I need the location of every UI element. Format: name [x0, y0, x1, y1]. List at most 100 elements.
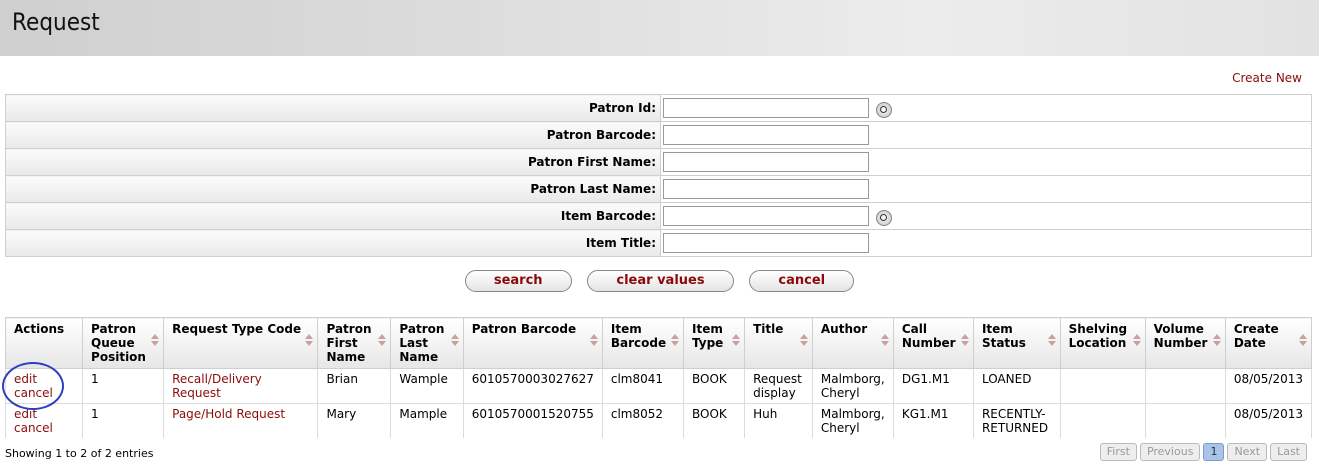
item-status-cell: LOANED	[972, 368, 1061, 404]
sort-icon[interactable]	[800, 334, 808, 346]
col-patron-barcode[interactable]: Patron Barcode	[462, 317, 603, 369]
col-volume-number[interactable]: Volume Number	[1144, 317, 1226, 369]
patron-last-name-input[interactable]	[663, 179, 869, 199]
patron-id-lookup-icon[interactable]	[876, 102, 892, 118]
first-name-cell: Brian	[317, 368, 392, 404]
shelving-cell	[1059, 368, 1146, 404]
sort-icon[interactable]	[590, 334, 598, 346]
col-label: Volume Number	[1153, 322, 1208, 350]
page-1-button[interactable]: 1	[1203, 443, 1225, 461]
call-number-cell: KG1.M1	[892, 403, 974, 438]
author-cell: Malmborg, Cheryl	[811, 403, 894, 438]
col-label: Title	[753, 322, 784, 336]
shelving-cell	[1059, 403, 1146, 438]
table-row: edit cancel 1 Page/Hold Request Mary Mamp…	[4, 403, 1313, 438]
col-label: Patron Last Name	[399, 322, 445, 364]
sort-icon[interactable]	[151, 334, 159, 346]
item-type-cell: BOOK	[682, 403, 746, 438]
item-type-cell: BOOK	[682, 368, 746, 404]
action-buttons: search clear values cancel	[0, 270, 1319, 292]
sort-icon[interactable]	[961, 334, 969, 346]
item-barcode-label: Item Barcode:	[5, 202, 661, 230]
patron-last-name-label: Patron Last Name:	[5, 175, 661, 203]
sort-icon[interactable]	[1133, 334, 1141, 346]
cancel-link[interactable]: cancel	[14, 421, 74, 435]
col-call-number[interactable]: Call Number	[892, 317, 974, 369]
item-barcode-cell: clm8041	[601, 368, 685, 404]
col-create-date[interactable]: Create Date	[1224, 317, 1313, 369]
patron-first-name-label: Patron First Name:	[5, 148, 661, 176]
edit-link[interactable]: edit	[14, 407, 74, 421]
col-label: Shelving Location	[1068, 322, 1128, 350]
col-label: Patron Queue Position	[91, 322, 146, 364]
table-row: edit cancel 1 Recall/Delivery Request Bri…	[4, 368, 1313, 404]
last-name-cell: Wample	[390, 368, 464, 404]
previous-page-button[interactable]: Previous	[1139, 443, 1201, 461]
patron-id-label: Patron Id:	[5, 94, 661, 122]
col-author[interactable]: Author	[811, 317, 894, 369]
col-label: Item Status	[981, 322, 1026, 350]
col-label: Patron First Name	[326, 322, 372, 364]
request-type-link[interactable]: Page/Hold Request	[172, 407, 309, 421]
annotation-circle	[2, 362, 64, 410]
patron-first-name-input[interactable]	[663, 152, 869, 172]
entries-info: Showing 1 to 2 of 2 entries	[5, 447, 154, 460]
page-title: Request	[12, 8, 100, 36]
pagination: First Previous 1 Next Last	[1097, 443, 1307, 461]
item-barcode-input[interactable]	[663, 206, 869, 226]
sort-icon[interactable]	[1299, 334, 1307, 346]
results-table: Actions Patron Queue Position Request Ty…	[4, 317, 1313, 438]
col-label: Author	[820, 322, 868, 336]
col-label: Item Barcode	[610, 322, 667, 350]
col-shelving-location[interactable]: Shelving Location	[1059, 317, 1146, 369]
col-label: Create Date	[1233, 322, 1279, 350]
sort-icon[interactable]	[1213, 334, 1221, 346]
col-patron-last-name[interactable]: Patron Last Name	[390, 317, 464, 369]
sort-icon[interactable]	[1048, 334, 1056, 346]
patron-barcode-label: Patron Barcode:	[5, 121, 661, 149]
next-page-button[interactable]: Next	[1227, 443, 1268, 461]
patron-barcode-cell: 6010570001520755	[462, 403, 603, 438]
first-page-button[interactable]: First	[1099, 443, 1137, 461]
title-cell: Request display	[744, 368, 813, 404]
page-header: Request	[0, 0, 1319, 56]
create-new-link[interactable]: Create New	[1232, 71, 1302, 85]
col-item-type[interactable]: Item Type	[682, 317, 746, 369]
patron-barcode-input[interactable]	[663, 125, 869, 145]
col-actions: Actions	[4, 317, 84, 369]
sort-icon[interactable]	[671, 334, 679, 346]
sort-icon[interactable]	[378, 334, 386, 346]
sort-icon[interactable]	[881, 334, 889, 346]
create-date-cell: 08/05/2013	[1224, 368, 1313, 404]
col-title[interactable]: Title	[744, 317, 813, 369]
col-item-barcode[interactable]: Item Barcode	[601, 317, 685, 369]
queue-cell: 1	[82, 403, 165, 438]
cancel-button[interactable]: cancel	[749, 270, 855, 292]
col-label: Patron Barcode	[471, 322, 577, 336]
create-date-cell: 08/05/2013	[1224, 403, 1313, 438]
search-button[interactable]: search	[464, 270, 572, 292]
patron-id-input[interactable]	[663, 98, 869, 118]
patron-barcode-cell: 6010570003027627	[462, 368, 603, 404]
volume-cell	[1144, 368, 1226, 404]
col-patron-first-name[interactable]: Patron First Name	[317, 317, 392, 369]
request-type-link[interactable]: Recall/Delivery Request	[172, 372, 309, 400]
col-patron-queue-position[interactable]: Patron Queue Position	[82, 317, 165, 369]
volume-cell	[1144, 403, 1226, 438]
sort-icon[interactable]	[451, 334, 459, 346]
last-name-cell: Mample	[390, 403, 464, 438]
col-request-type-code[interactable]: Request Type Code	[163, 317, 319, 369]
col-label: Call Number	[901, 322, 956, 350]
sort-icon[interactable]	[305, 334, 313, 346]
item-title-input[interactable]	[663, 233, 869, 253]
queue-cell: 1	[82, 368, 165, 404]
clear-values-button[interactable]: clear values	[587, 270, 734, 292]
col-item-status[interactable]: Item Status	[972, 317, 1061, 369]
item-barcode-cell: clm8052	[601, 403, 685, 438]
author-cell: Malmborg, Cheryl	[811, 368, 894, 404]
last-page-button[interactable]: Last	[1270, 443, 1307, 461]
call-number-cell: DG1.M1	[892, 368, 974, 404]
sort-icon[interactable]	[732, 334, 740, 346]
item-barcode-lookup-icon[interactable]	[876, 210, 892, 226]
item-status-cell: RECENTLY-RETURNED	[972, 403, 1061, 438]
